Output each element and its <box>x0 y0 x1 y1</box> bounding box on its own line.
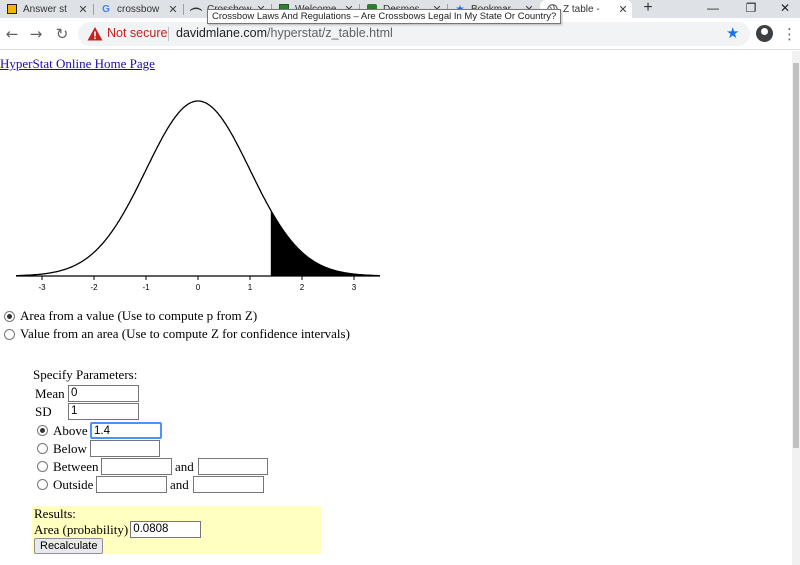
crossbow-icon <box>190 3 202 15</box>
sd-label: SD <box>35 403 52 419</box>
parameters-title: Specify Parameters: <box>33 367 138 382</box>
outside-row: Outside and <box>33 476 264 493</box>
normal-curve-chart: -3 -2 -1 0 1 2 3 <box>16 100 380 292</box>
x-tick-label: -1 <box>142 283 150 292</box>
x-tick-label: -2 <box>90 283 98 292</box>
between-upper-input[interactable] <box>197 458 268 475</box>
x-tick-label: -3 <box>38 283 46 292</box>
google-icon: G <box>102 3 110 15</box>
scrollbar-thumb[interactable] <box>793 63 799 448</box>
page-content: HyperStat Online Home Page -3 -2 -1 0 1 2 3 Ar… <box>0 51 792 565</box>
outside-lower-input[interactable] <box>96 476 167 493</box>
page-scrollbar[interactable] <box>792 51 800 565</box>
url-host: davidmlane.com <box>176 26 268 40</box>
x-tick-label: 1 <box>248 283 253 292</box>
close-icon[interactable]: ✕ <box>616 3 630 16</box>
mode-value-label: Value from an area (Use to compute Z for… <box>20 326 350 341</box>
tab-label: Z table - <box>563 3 600 15</box>
mode-area-from-value[interactable]: Area from a value (Use to compute p from… <box>4 308 257 324</box>
above-label: Above <box>53 422 88 438</box>
area-row: Area (probability) 0.0808 <box>34 521 202 538</box>
url-text[interactable]: davidmlane.com/hyperstat/z_table.html <box>176 26 393 40</box>
between-label: Between <box>53 458 99 474</box>
tab-answer-site[interactable]: Answer st ✕ <box>0 0 92 18</box>
sd-input[interactable]: 1 <box>68 403 139 420</box>
mode-area-radio[interactable] <box>4 310 15 322</box>
outside-upper-input[interactable] <box>192 476 264 493</box>
mode-value-radio[interactable] <box>4 328 15 340</box>
density-curve <box>16 100 380 277</box>
results-title: Results: <box>34 506 76 521</box>
below-row: Below <box>33 440 160 457</box>
tab-label: crossbow <box>117 3 160 15</box>
and-label: and <box>175 458 194 474</box>
answer-site-icon <box>6 3 18 15</box>
profile-avatar[interactable] <box>756 25 773 42</box>
warning-icon <box>87 27 103 41</box>
mean-label: Mean <box>35 385 65 401</box>
below-input[interactable] <box>90 440 160 457</box>
x-tick-label: 2 <box>300 283 305 292</box>
address-bar[interactable]: Not secure davidmlane.com/hyperstat/z_ta… <box>78 22 750 46</box>
between-lower-input[interactable] <box>101 458 172 475</box>
address-separator <box>168 27 169 41</box>
sd-row: SD 1 <box>33 403 139 420</box>
area-output[interactable]: 0.0808 <box>130 521 202 538</box>
shaded-tail-area <box>270 210 380 276</box>
mean-input[interactable]: 0 <box>68 385 139 402</box>
and-label: and <box>170 476 189 492</box>
mean-row: Mean 0 <box>33 385 139 402</box>
tab-label: Answer st <box>23 3 67 15</box>
reload-button[interactable]: ↻ <box>52 24 72 44</box>
between-radio[interactable] <box>37 461 48 472</box>
tab-tooltip: Crossbow Laws And Regulations – Are Cros… <box>207 9 562 24</box>
x-tick-label: 3 <box>352 283 357 292</box>
close-icon[interactable]: ✕ <box>166 3 180 16</box>
back-button[interactable]: ← <box>2 24 22 44</box>
close-window-button[interactable]: ✕ <box>772 0 798 18</box>
restore-button[interactable]: ❐ <box>738 0 764 18</box>
below-radio[interactable] <box>37 443 48 454</box>
tab-crossbow-search[interactable]: G crossbow ✕ <box>94 0 182 18</box>
outside-radio[interactable] <box>37 479 48 490</box>
area-label: Area (probability) <box>34 521 129 537</box>
minimize-button[interactable]: — <box>700 0 726 18</box>
between-row: Between and <box>33 458 268 475</box>
menu-dots-icon[interactable]: ⋮ <box>782 24 797 44</box>
url-path: /hyperstat/z_table.html <box>267 26 393 40</box>
above-input[interactable]: 1.4 <box>90 422 162 439</box>
results-panel: Results: Area (probability) 0.0808 Recal… <box>32 506 321 554</box>
mode-value-from-area[interactable]: Value from an area (Use to compute Z for… <box>4 326 350 342</box>
bookmark-star-icon[interactable]: ★ <box>726 24 739 42</box>
recalculate-button[interactable]: Recalculate <box>34 538 104 554</box>
not-secure-label[interactable]: Not secure <box>107 26 167 40</box>
hyperstat-home-link[interactable]: HyperStat Online Home Page <box>0 56 155 72</box>
x-tick-label: 0 <box>196 283 201 292</box>
forward-button[interactable]: → <box>26 24 46 44</box>
outside-label: Outside <box>53 476 94 492</box>
close-icon[interactable]: ✕ <box>76 3 90 16</box>
mode-area-label: Area from a value (Use to compute p from… <box>20 308 258 323</box>
above-row: Above 1.4 <box>33 422 162 439</box>
new-tab-button[interactable]: + <box>639 0 657 18</box>
below-label: Below <box>53 440 87 456</box>
above-radio[interactable] <box>37 425 48 436</box>
